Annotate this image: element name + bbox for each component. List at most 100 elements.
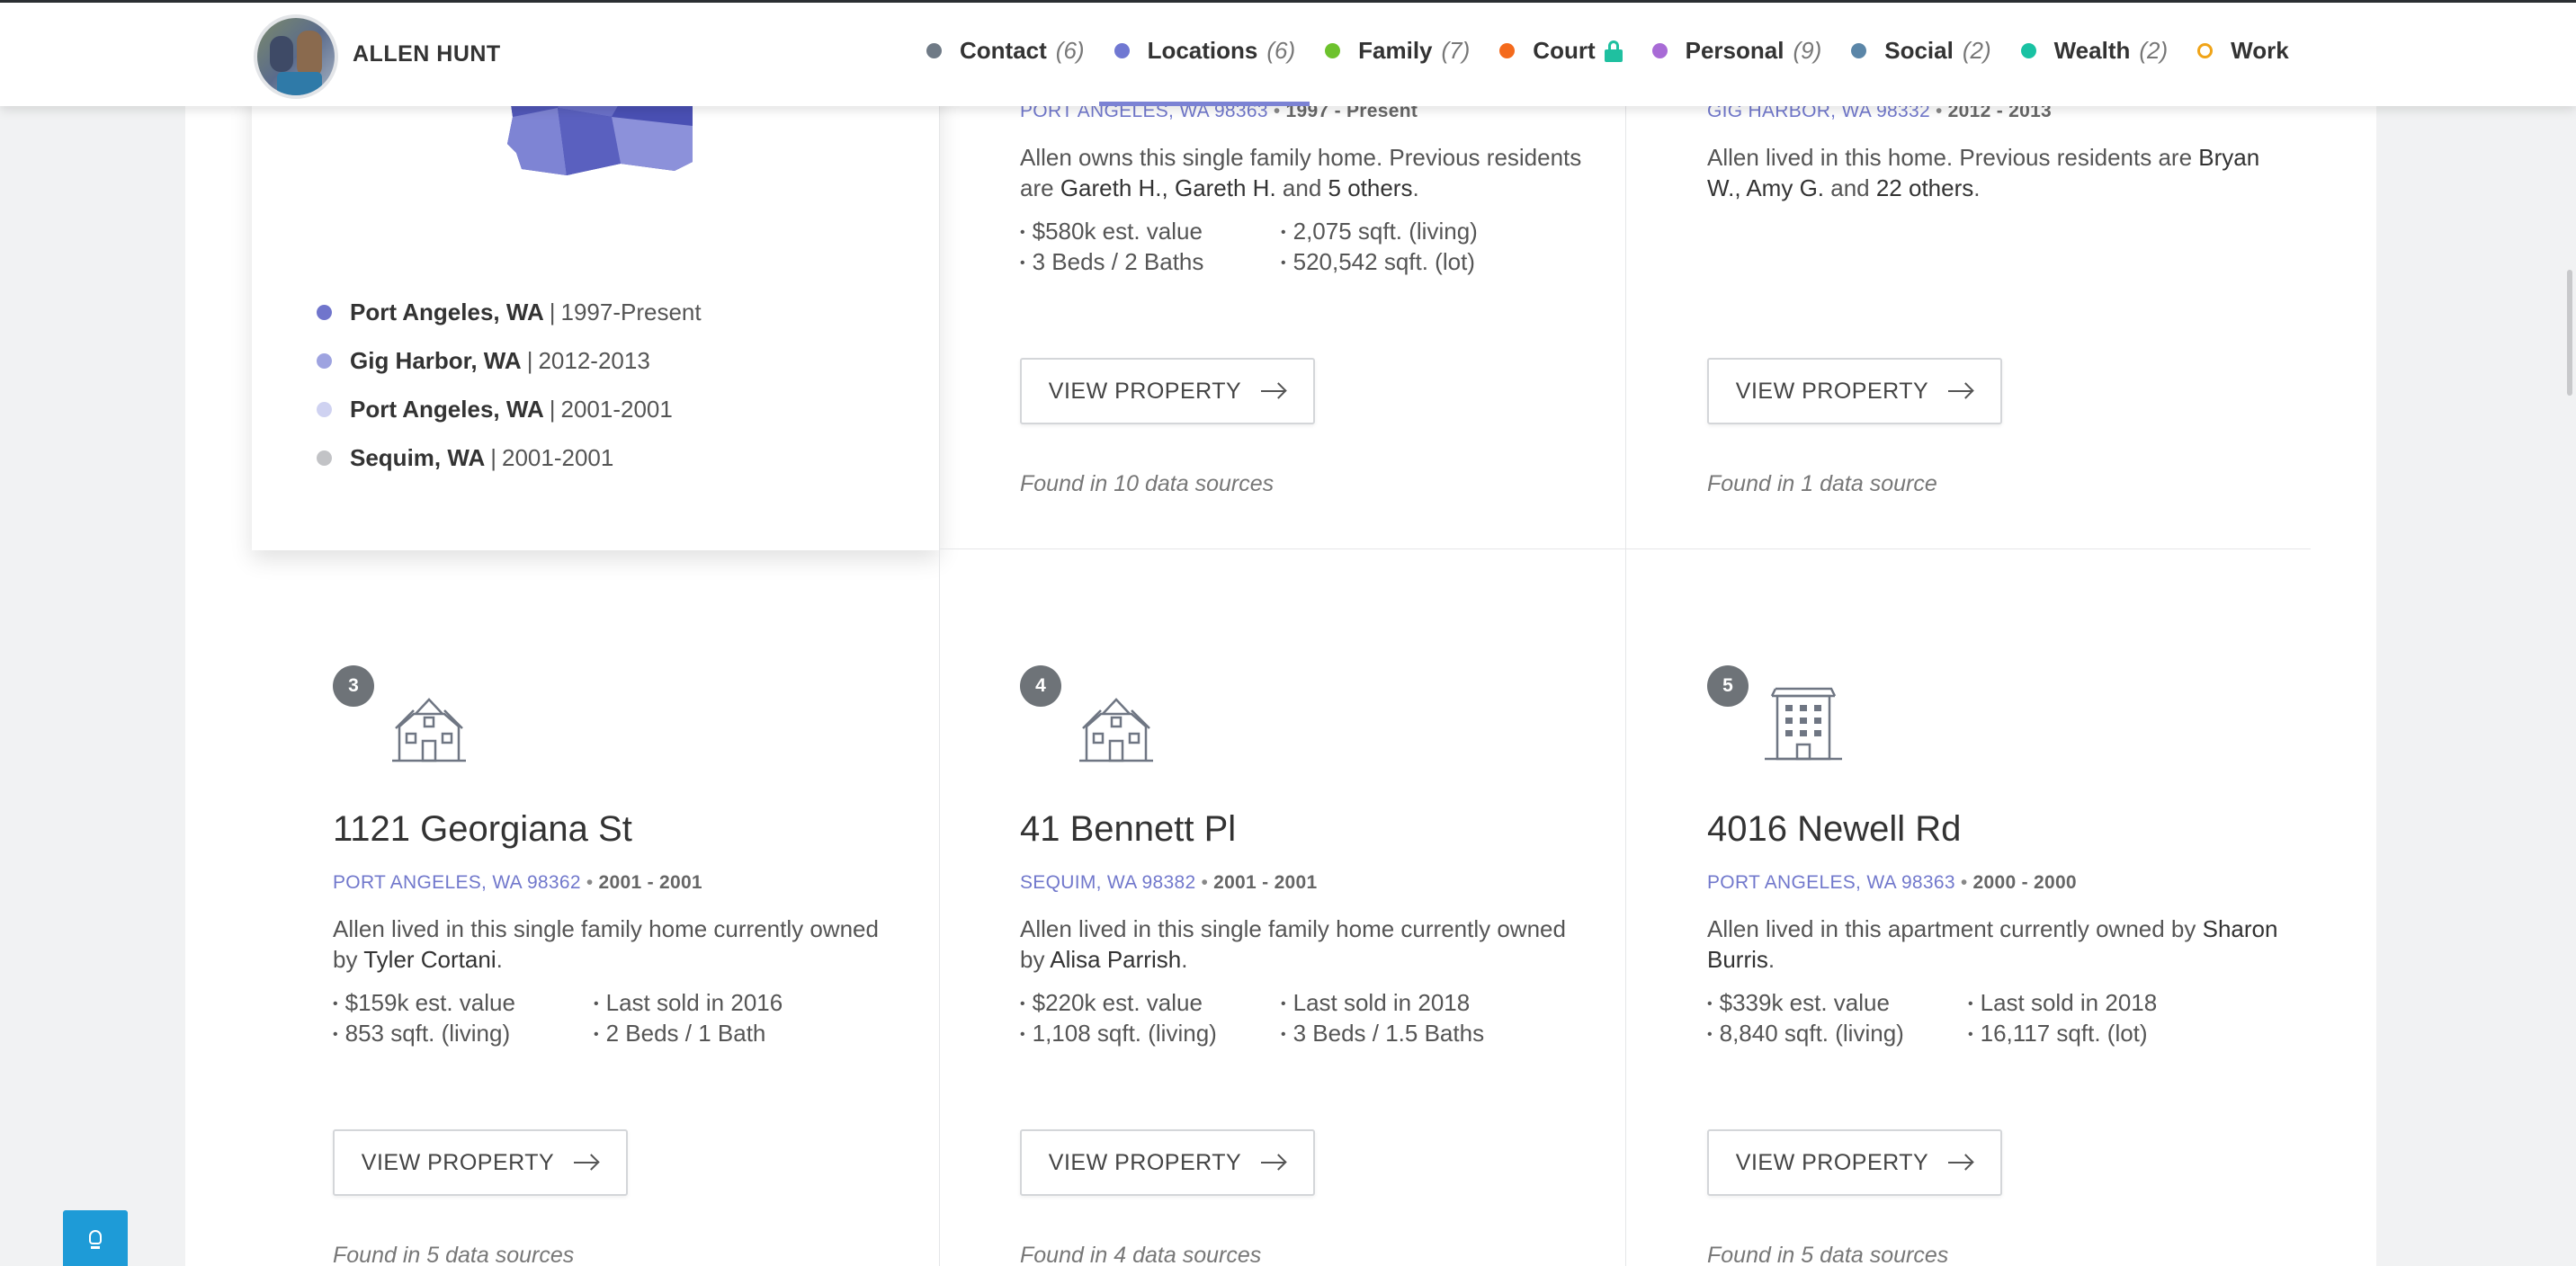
property-number-badge: 4	[1020, 665, 1061, 707]
nav-color-dot	[1325, 43, 1341, 58]
location-list-item: Gig Harbor, WA | 2012-2013	[317, 336, 702, 385]
view-property-button[interactable]: VIEW PROPERTY	[1020, 358, 1315, 424]
property-city[interactable]: PORT ANGELES, WA 98362	[333, 872, 581, 893]
arrow-right-icon	[1261, 382, 1287, 400]
data-sources-note: Found in 4 data sources	[1020, 1243, 1262, 1266]
location-color-dot	[317, 401, 332, 417]
owner-name-link[interactable]: Tyler Cortani	[363, 946, 496, 973]
nav-item-personal[interactable]: Personal (9)	[1651, 37, 1821, 65]
property-facts: $159k est. value Last sold in 2016 853 s…	[333, 989, 890, 1061]
grid-divider	[939, 548, 2311, 549]
location-list-item: Port Angeles, WA | 2001-2001	[317, 385, 702, 433]
property-years: 2001 - 2001	[1213, 872, 1318, 893]
active-tab-indicator	[1099, 102, 1310, 106]
location-color-dot	[317, 352, 332, 369]
view-property-button[interactable]: VIEW PROPERTY	[1707, 358, 2002, 424]
location-name: Port Angeles, WA	[350, 298, 544, 325]
property-fact: 3 Beds / 1.5 Baths	[1281, 1020, 1484, 1048]
property-fact: 3 Beds / 2 Baths	[1020, 248, 1204, 276]
property-years: 2000 - 2000	[1972, 872, 2077, 893]
view-property-button[interactable]: VIEW PROPERTY	[1707, 1129, 2002, 1196]
property-fact: Last sold in 2018	[1281, 989, 1471, 1017]
others-link[interactable]: 5 others	[1328, 174, 1413, 201]
property-facts: $580k est. value 2,075 sqft. (living) 3 …	[1020, 218, 1578, 290]
nav-color-dot	[1651, 43, 1668, 58]
nav-item-social[interactable]: Social (2)	[1851, 37, 1991, 65]
property-description: Allen lived in this home. Previous resid…	[1707, 144, 2260, 201]
property-fact: 16,117 sqft. (lot)	[1968, 1020, 2148, 1048]
nav-item-court[interactable]: Court	[1499, 37, 1623, 65]
property-description: Allen lived in this single family home c…	[1020, 915, 1566, 973]
property-fact: $220k est. value	[1020, 989, 1203, 1017]
property-location-line: SEQUIM, WA 98382 • 2001 - 2001	[1020, 872, 1318, 893]
view-property-button[interactable]: VIEW PROPERTY	[1020, 1129, 1315, 1196]
property-address[interactable]: 4016 Newell Rd	[1707, 809, 1961, 850]
property-fact: 2 Beds / 1 Bath	[594, 1020, 766, 1048]
nav-item-work[interactable]: Work	[2197, 37, 2289, 65]
nav-color-dot	[2197, 43, 2214, 58]
location-name: Gig Harbor, WA	[350, 346, 522, 374]
nav-color-dot	[926, 43, 942, 58]
arrow-right-icon	[1948, 382, 1974, 400]
property-description: Allen lived in this single family home c…	[333, 915, 879, 973]
location-list-item: Sequim, WA | 2001-2001	[317, 433, 702, 482]
property-fact: 853 sqft. (living)	[333, 1020, 511, 1048]
lock-icon	[1604, 40, 1623, 62]
data-sources-note: Found in 5 data sources	[1707, 1243, 1949, 1266]
property-fact: Last sold in 2018	[1968, 989, 2158, 1017]
property-number-badge: 5	[1707, 665, 1749, 707]
nav-item-family[interactable]: Family (7)	[1325, 37, 1470, 65]
view-property-button[interactable]: VIEW PROPERTY	[333, 1129, 628, 1196]
data-sources-note: Found in 5 data sources	[333, 1243, 575, 1266]
locations-list: Port Angeles, WA | 1997-Present Gig Harb…	[317, 288, 702, 482]
data-sources-note: Found in 10 data sources	[1020, 471, 1275, 496]
nav-color-dot	[2020, 43, 2036, 58]
property-years: 2001 - 2001	[598, 872, 702, 893]
property-address[interactable]: 1121 Georgiana St	[333, 809, 632, 850]
location-color-dot	[317, 304, 332, 320]
property-description: Allen lived in this apartment currently …	[1707, 915, 2278, 973]
property-city[interactable]: PORT ANGELES, WA 98363	[1707, 872, 1955, 893]
grid-divider	[939, 0, 940, 1266]
property-fact: 520,542 sqft. (lot)	[1281, 248, 1475, 276]
location-years: 2001-2001	[560, 395, 673, 423]
house-icon	[392, 698, 466, 762]
owner-name-link[interactable]: Alisa Parrish	[1050, 946, 1181, 973]
location-color-dot	[317, 450, 332, 466]
nav-color-dot	[1499, 43, 1516, 58]
property-city[interactable]: SEQUIM, WA 98382	[1020, 872, 1195, 893]
others-link[interactable]: 22 others	[1876, 174, 1973, 201]
scrollbar[interactable]	[2567, 270, 2572, 396]
property-description: Allen owns this single family home. Prev…	[1020, 144, 1582, 201]
house-icon	[1079, 698, 1153, 762]
location-years: 2012-2013	[538, 346, 650, 374]
location-list-item: Port Angeles, WA | 1997-Present	[317, 288, 702, 336]
top-navigation-bar: ALLEN HUNT Contact (6) Locations (6) Famil…	[0, 0, 2576, 106]
property-fact: $159k est. value	[333, 989, 515, 1017]
resident-names-link[interactable]: Gareth H., Gareth H.	[1060, 174, 1276, 201]
location-years: 2001-2001	[502, 443, 614, 471]
property-fact: 8,840 sqft. (living)	[1707, 1020, 1904, 1048]
nav-color-dot	[1114, 43, 1130, 58]
location-name: Port Angeles, WA	[350, 395, 544, 423]
grid-divider	[1625, 0, 1626, 1266]
property-facts: $339k est. value Last sold in 2018 8,840…	[1707, 989, 2265, 1061]
location-name: Sequim, WA	[350, 443, 486, 471]
profile-name: ALLEN HUNT	[353, 41, 501, 67]
arrow-right-icon	[1948, 1154, 1974, 1172]
property-fact: $339k est. value	[1707, 989, 1890, 1017]
property-fact: 2,075 sqft. (living)	[1281, 218, 1478, 245]
section-nav: Contact (6) Locations (6) Family (7) Court …	[926, 37, 2319, 65]
avatar[interactable]	[254, 14, 338, 99]
property-fact: 1,108 sqft. (living)	[1020, 1020, 1217, 1048]
property-fact: $580k est. value	[1020, 218, 1203, 245]
property-location-line: PORT ANGELES, WA 98363 • 2000 - 2000	[1707, 872, 2077, 893]
nav-item-contact[interactable]: Contact (6)	[926, 37, 1085, 65]
arrow-right-icon	[574, 1154, 600, 1172]
property-address[interactable]: 41 Bennett Pl	[1020, 809, 1236, 850]
property-facts: $220k est. value Last sold in 2018 1,108…	[1020, 989, 1578, 1061]
property-location-line: PORT ANGELES, WA 98362 • 2001 - 2001	[333, 872, 702, 893]
help-button[interactable]	[63, 1210, 128, 1266]
nav-item-locations[interactable]: Locations (6)	[1114, 37, 1295, 65]
nav-item-wealth[interactable]: Wealth (2)	[2020, 37, 2168, 65]
